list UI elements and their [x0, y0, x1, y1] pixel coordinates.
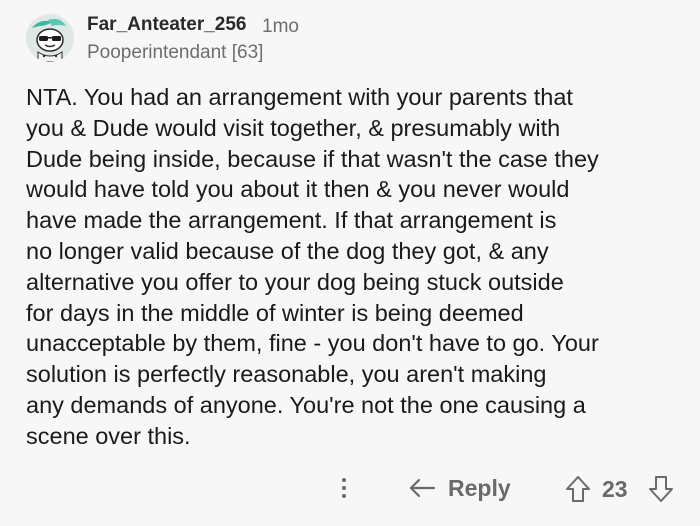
- vertical-ellipsis-icon: [342, 478, 346, 482]
- user-avatar[interactable]: [26, 14, 74, 62]
- more-options-button[interactable]: [332, 466, 356, 510]
- user-flair: Pooperintendant [63]: [87, 42, 264, 63]
- comment-actions-bar: Reply 23: [0, 466, 700, 510]
- reply-arrow-icon: [409, 478, 436, 498]
- username[interactable]: Far_Anteater_256: [87, 14, 246, 36]
- comment-card: Far_Anteater_256 1mo Pooperintendant [63…: [0, 0, 700, 526]
- snoo-avatar-icon: [26, 14, 74, 62]
- downvote-button[interactable]: [647, 474, 675, 504]
- upvote-arrow-icon: [566, 476, 590, 502]
- vote-count: 23: [602, 476, 628, 502]
- comment-body: NTA. You had an arrangement with your pa…: [26, 84, 599, 449]
- reply-button[interactable]: Reply: [408, 466, 511, 510]
- upvote-button[interactable]: [564, 474, 592, 504]
- downvote-arrow-icon: [649, 476, 673, 502]
- reply-label: Reply: [448, 474, 511, 501]
- comment-timestamp: 1mo: [262, 16, 299, 37]
